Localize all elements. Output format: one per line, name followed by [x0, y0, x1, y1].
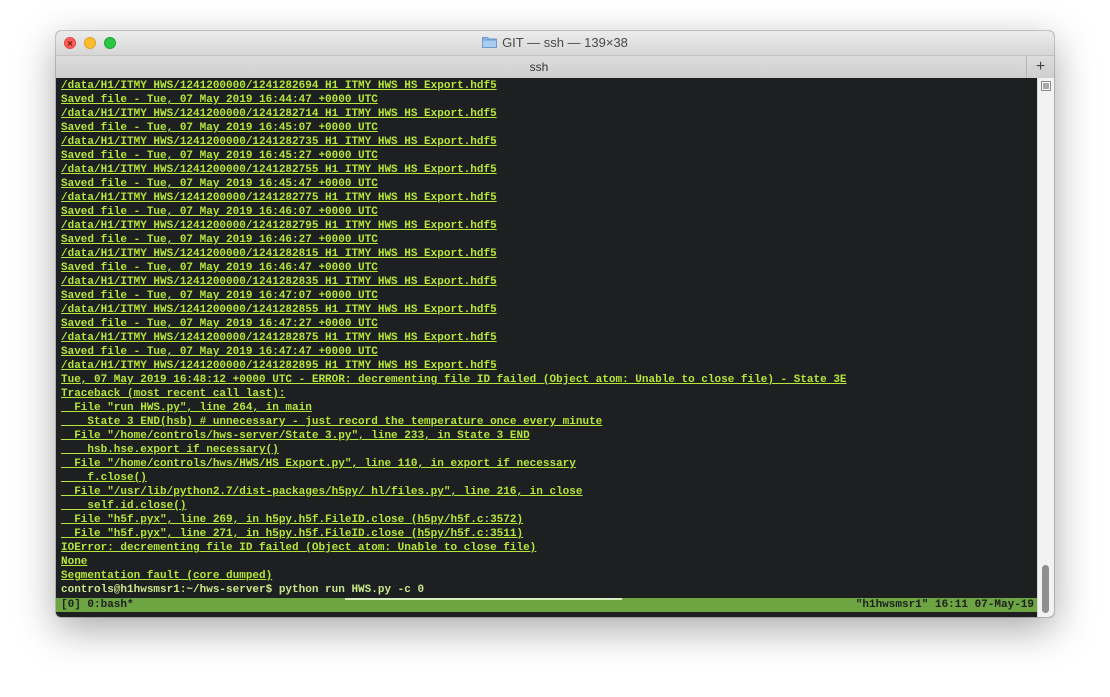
terminal-line-text: File "h5f.pyx", line 271, in h5py.h5f.Fi…	[61, 528, 524, 540]
terminal-line: /data/H1/ITMY HWS/1241200000/1241282815 …	[61, 247, 1038, 261]
terminal-line-text: File "/home/controls/hws/HWS/HS Export.p…	[61, 458, 576, 470]
terminal-line-text: Saved file - Tue, 07 May 2019 16:45:27 +…	[61, 150, 378, 162]
terminal-line: Saved file - Tue, 07 May 2019 16:45:47 +…	[61, 177, 1038, 191]
terminal-line-text: Saved file - Tue, 07 May 2019 16:46:27 +…	[61, 234, 378, 246]
terminal-line: Saved file - Tue, 07 May 2019 16:47:47 +…	[61, 345, 1038, 359]
tmux-window-list[interactable]: [0] 0:bash*	[61, 598, 134, 612]
scrollbar-thumb[interactable]	[1042, 565, 1049, 613]
terminal-line: Saved file - Tue, 07 May 2019 16:46:27 +…	[61, 233, 1038, 247]
terminal-line-text: /data/H1/ITMY HWS/1241200000/1241282775 …	[61, 192, 497, 204]
terminal-line: Saved file - Tue, 07 May 2019 16:45:27 +…	[61, 149, 1038, 163]
window-title-text: GIT — ssh — 139×38	[502, 35, 628, 50]
terminal-line-text: File "/home/controls/hws-server/State 3.…	[61, 430, 530, 442]
terminal-line: /data/H1/ITMY HWS/1241200000/1241282714 …	[61, 107, 1038, 121]
terminal-line-text: None	[61, 556, 88, 568]
prompt-line[interactable]: controls@h1hwsmsr1:~/hws-server$ python …	[61, 583, 1038, 597]
terminal-line: /data/H1/ITMY HWS/1241200000/1241282875 …	[61, 331, 1038, 345]
terminal-line: Saved file - Tue, 07 May 2019 16:46:47 +…	[61, 261, 1038, 275]
terminal-line-text: /data/H1/ITMY HWS/1241200000/1241282735 …	[61, 136, 497, 148]
command-input[interactable]: python run HWS.py -c 0	[272, 584, 424, 596]
terminal-line: None	[61, 555, 1038, 569]
title-bar[interactable]: GIT — ssh — 139×38	[56, 31, 1054, 55]
terminal-line-text: /data/H1/ITMY HWS/1241200000/1241282855 …	[61, 304, 497, 316]
terminal-line: /data/H1/ITMY HWS/1241200000/1241282755 …	[61, 163, 1038, 177]
terminal-line: hsb.hse.export if necessary()	[61, 443, 1038, 457]
terminal-line: Saved file - Tue, 07 May 2019 16:47:07 +…	[61, 289, 1038, 303]
terminal-line-text: File "run HWS.py", line 264, in main	[61, 402, 312, 414]
terminal-line-text: /data/H1/ITMY HWS/1241200000/1241282755 …	[61, 164, 497, 176]
scrollbar[interactable]	[1037, 78, 1054, 617]
terminal-line-text: IOError: decrementing file ID failed (Ob…	[61, 542, 537, 554]
terminal-window: GIT — ssh — 139×38 ssh + /data/H1/ITMY H…	[56, 31, 1054, 617]
terminal-line: /data/H1/ITMY HWS/1241200000/1241282895 …	[61, 359, 1038, 373]
terminal-line: /data/H1/ITMY HWS/1241200000/1241282795 …	[61, 219, 1038, 233]
terminal-line-text: Traceback (most recent call last):	[61, 388, 286, 400]
terminal-line: Saved file - Tue, 07 May 2019 16:45:07 +…	[61, 121, 1038, 135]
terminal-line-text: Saved file - Tue, 07 May 2019 16:47:27 +…	[61, 318, 378, 330]
terminal-line-text: Saved file - Tue, 07 May 2019 16:47:47 +…	[61, 346, 378, 358]
shell-prompt: controls@h1hwsmsr1:~/hws-server$	[61, 584, 273, 596]
folder-icon	[482, 37, 498, 48]
terminal-line-text: File "h5f.pyx", line 269, in h5py.h5f.Fi…	[61, 514, 524, 526]
terminal-line: /data/H1/ITMY HWS/1241200000/1241282775 …	[61, 191, 1038, 205]
terminal-line: File "h5f.pyx", line 269, in h5py.h5f.Fi…	[61, 513, 1038, 527]
terminal-line-text: /data/H1/ITMY HWS/1241200000/1241282895 …	[61, 360, 497, 372]
terminal-line-text: Saved file - Tue, 07 May 2019 16:46:07 +…	[61, 206, 378, 218]
terminal-line-text: Saved file - Tue, 07 May 2019 16:45:47 +…	[61, 178, 378, 190]
terminal-line: File "h5f.pyx", line 271, in h5py.h5f.Fi…	[61, 527, 1038, 541]
terminal-line-text: File "/usr/lib/python2.7/dist-packages/h…	[61, 486, 583, 498]
terminal-line: f.close()	[61, 471, 1038, 485]
terminal-line: File "/home/controls/hws-server/State 3.…	[61, 429, 1038, 443]
terminal-line-text: State 3 END(hsb) # unnecessary - just re…	[61, 416, 603, 428]
status-divider	[345, 598, 622, 600]
terminal-line-text: Saved file - Tue, 07 May 2019 16:45:07 +…	[61, 122, 378, 134]
terminal-line: self.id.close()	[61, 499, 1038, 513]
terminal-lines: /data/H1/ITMY HWS/1241200000/1241282694 …	[61, 79, 1038, 597]
terminal-line-text: /data/H1/ITMY HWS/1241200000/1241282815 …	[61, 248, 497, 260]
tmux-host-clock: "h1hwsmsr1" 16:11 07-May-19	[855, 599, 1034, 611]
window-title: GIT — ssh — 139×38	[56, 35, 1054, 51]
terminal-line: /data/H1/ITMY HWS/1241200000/1241282855 …	[61, 303, 1038, 317]
terminal-line: Segmentation fault (core dumped)	[61, 569, 1038, 583]
tmux-status-bar: [0] 0:bash* "h1hwsmsr1" 16:11 07-May-19	[56, 598, 1038, 612]
hamburger-icon[interactable]	[1041, 81, 1051, 91]
terminal-line: Saved file - Tue, 07 May 2019 16:46:07 +…	[61, 205, 1038, 219]
terminal-line-text: Tue, 07 May 2019 16:48:12 +0000 UTC - ER…	[61, 374, 847, 386]
terminal-line: IOError: decrementing file ID failed (Ob…	[61, 541, 1038, 555]
terminal-line-text: Segmentation fault (core dumped)	[61, 570, 273, 582]
terminal-line-text: hsb.hse.export if necessary()	[61, 444, 279, 456]
terminal-line: File "/usr/lib/python2.7/dist-packages/h…	[61, 485, 1038, 499]
terminal-line-text: Saved file - Tue, 07 May 2019 16:47:07 +…	[61, 290, 378, 302]
terminal-line-text: /data/H1/ITMY HWS/1241200000/1241282795 …	[61, 220, 497, 232]
terminal-line-text: self.id.close()	[61, 500, 187, 512]
terminal-line-text: f.close()	[61, 472, 147, 484]
terminal-line: State 3 END(hsb) # unnecessary - just re…	[61, 415, 1038, 429]
terminal-line: Traceback (most recent call last):	[61, 387, 1038, 401]
terminal-line: /data/H1/ITMY HWS/1241200000/1241282694 …	[61, 79, 1038, 93]
terminal-line: /data/H1/ITMY HWS/1241200000/1241282735 …	[61, 135, 1038, 149]
tab-ssh[interactable]: ssh	[56, 60, 1022, 74]
terminal-line: File "run HWS.py", line 264, in main	[61, 401, 1038, 415]
terminal-line-text: Saved file - Tue, 07 May 2019 16:44:47 +…	[61, 94, 378, 106]
terminal-output[interactable]: /data/H1/ITMY HWS/1241200000/1241282694 …	[56, 78, 1038, 617]
terminal-line: Saved file - Tue, 07 May 2019 16:47:27 +…	[61, 317, 1038, 331]
tab-bar: ssh +	[56, 55, 1054, 79]
new-tab-button[interactable]: +	[1026, 56, 1054, 78]
terminal-line: Saved file - Tue, 07 May 2019 16:44:47 +…	[61, 93, 1038, 107]
terminal-line-text: /data/H1/ITMY HWS/1241200000/1241282694 …	[61, 80, 497, 92]
terminal-line: File "/home/controls/hws/HWS/HS Export.p…	[61, 457, 1038, 471]
terminal-line: Tue, 07 May 2019 16:48:12 +0000 UTC - ER…	[61, 373, 1038, 387]
terminal-line: /data/H1/ITMY HWS/1241200000/1241282835 …	[61, 275, 1038, 289]
terminal-line-text: Saved file - Tue, 07 May 2019 16:46:47 +…	[61, 262, 378, 274]
terminal-line-text: /data/H1/ITMY HWS/1241200000/1241282714 …	[61, 108, 497, 120]
terminal-line-text: /data/H1/ITMY HWS/1241200000/1241282835 …	[61, 276, 497, 288]
terminal-line-text: /data/H1/ITMY HWS/1241200000/1241282875 …	[61, 332, 497, 344]
